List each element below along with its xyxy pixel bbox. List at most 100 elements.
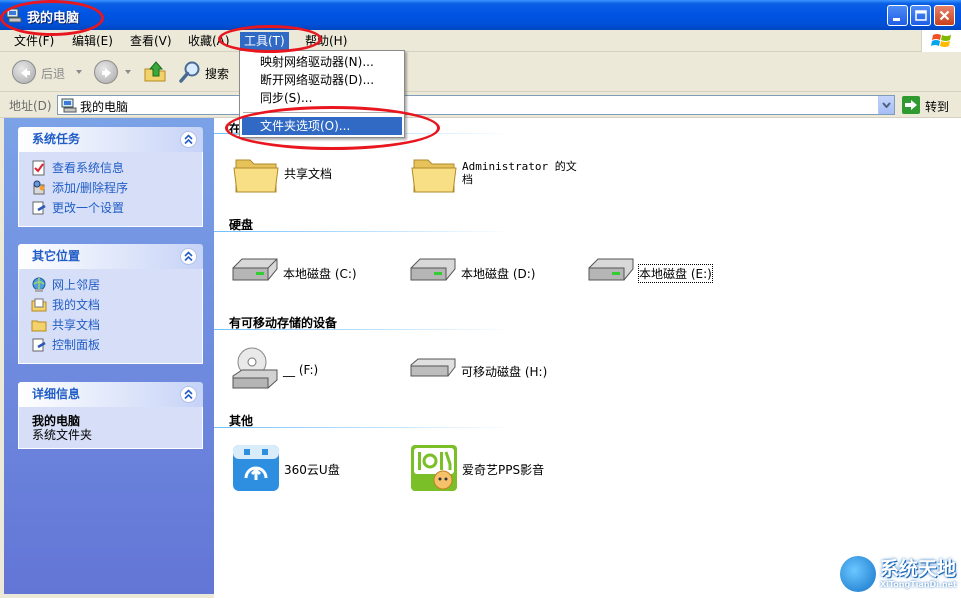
item-shared-documents[interactable]: 共享文档 <box>232 152 382 202</box>
system-tasks-panel: 系统任务 查看系统信息 添加/删除程序 更改一个设置 <box>18 127 203 227</box>
go-label: 转到 <box>925 100 950 114</box>
menu-item-map-network-drive[interactable]: 映射网络驱动器(N)... <box>242 53 402 71</box>
back-label: 后退 <box>41 67 66 81</box>
maximize-button[interactable] <box>910 5 931 26</box>
item-disk-d[interactable]: 本地磁盘 (D:) <box>408 256 568 306</box>
system-info-icon <box>32 160 45 176</box>
item-iqiyi[interactable]: 爱奇艺PPS影音 <box>410 444 590 494</box>
menu-bar: 文件(F) 编辑(E) 查看(V) 收藏(A) 工具(T) 帮助(H) <box>0 30 961 52</box>
item-label: 共享文档 <box>284 167 333 181</box>
task-link-label: 查看系统信息 <box>52 161 125 175</box>
double-chevron-up-icon <box>184 251 193 262</box>
control-panel-icon <box>32 338 46 352</box>
folder-icon <box>233 159 279 193</box>
task-add-remove-programs[interactable]: 添加/删除程序 <box>31 178 202 198</box>
item-360-cloud[interactable]: 360云U盘 <box>232 444 392 494</box>
menu-tools[interactable]: 工具(T) <box>240 32 289 50</box>
maximize-icon <box>915 10 927 21</box>
double-chevron-up-icon <box>184 134 193 145</box>
group-divider <box>214 427 514 428</box>
details-title: 详细信息 <box>32 387 81 401</box>
window-title: 我的电脑 <box>27 11 80 26</box>
go-button[interactable]: 转到 <box>902 96 958 114</box>
search-icon[interactable] <box>178 60 202 84</box>
double-chevron-up-icon <box>184 389 193 400</box>
item-label: 本地磁盘 (D:) <box>461 267 536 281</box>
search-label[interactable]: 搜索 <box>205 65 229 82</box>
watermark-url: XiTongTianDi.net <box>880 580 957 589</box>
hard-disk-icon <box>410 258 456 281</box>
watermark-text: 系统天地 <box>880 558 957 580</box>
address-value: 我的电脑 <box>80 100 129 114</box>
other-places-collapse-button[interactable] <box>180 248 197 265</box>
menu-file[interactable]: 文件(F) <box>10 33 58 49</box>
task-pane: 系统任务 查看系统信息 添加/删除程序 更改一个设置 其它位置 网上邻居 我的文… <box>4 118 214 594</box>
other-places-panel: 其它位置 网上邻居 我的文档 共享文档 控制面板 <box>18 244 203 364</box>
forward-button[interactable] <box>94 60 118 84</box>
place-network[interactable]: 网上邻居 <box>31 275 202 295</box>
address-input[interactable]: 我的电脑 <box>57 95 895 115</box>
item-label: 爱奇艺PPS影音 <box>462 463 545 477</box>
item-admin-documents[interactable]: Administrator 的文档 <box>410 152 590 202</box>
task-link-label: 更改一个设置 <box>52 201 125 215</box>
hard-disk-icon <box>232 258 278 281</box>
forward-dropdown-icon[interactable] <box>125 70 131 74</box>
my-computer-icon <box>61 98 77 113</box>
item-label: 本地磁盘 (C:) <box>283 267 357 281</box>
details-body: 我的电脑 系统文件夹 <box>18 407 203 449</box>
item-disk-c[interactable]: 本地磁盘 (C:) <box>230 256 390 306</box>
go-arrow-icon <box>902 96 920 114</box>
toolbar: 后退 搜索 <box>0 52 961 92</box>
minimize-icon <box>893 18 900 21</box>
back-dropdown-icon[interactable] <box>76 70 82 74</box>
system-tasks-header[interactable]: 系统任务 <box>18 127 203 152</box>
menu-item-folder-options[interactable]: 文件夹选项(O)... <box>242 117 402 135</box>
task-change-setting[interactable]: 更改一个设置 <box>31 198 202 218</box>
iqiyi-app-icon <box>411 445 457 491</box>
menu-view[interactable]: 查看(V) <box>126 33 176 49</box>
back-arrow-icon <box>21 68 30 78</box>
system-tasks-collapse-button[interactable] <box>180 131 197 148</box>
task-link-label: 共享文档 <box>52 318 101 332</box>
address-label: 地址(D) <box>9 99 52 113</box>
menu-edit[interactable]: 编辑(E) <box>68 33 117 49</box>
minimize-button[interactable] <box>887 5 908 26</box>
other-places-header[interactable]: 其它位置 <box>18 244 203 269</box>
cd-drive-icon <box>232 347 278 389</box>
back-button[interactable] <box>12 60 36 84</box>
site-watermark: 系统天地 XiTongTianDi.net <box>838 552 959 596</box>
address-dropdown-button[interactable] <box>878 96 894 114</box>
menu-item-synchronize[interactable]: 同步(S)... <box>242 89 402 107</box>
close-button[interactable] <box>934 5 955 26</box>
shared-folder-icon <box>31 320 47 332</box>
network-places-icon <box>32 277 46 292</box>
menu-favorites[interactable]: 收藏(A) <box>184 33 234 49</box>
menu-item-disconnect-network-drive[interactable]: 断开网络驱动器(D)... <box>242 71 402 89</box>
item-label: __ (F:) <box>283 363 319 377</box>
task-link-label: 网上邻居 <box>52 278 101 292</box>
item-drive-f[interactable]: __ (F:) <box>230 346 390 394</box>
add-remove-programs-icon <box>33 180 45 195</box>
item-disk-e[interactable]: 本地磁盘 (E:) <box>586 256 746 306</box>
close-icon <box>939 10 950 21</box>
title-bar: 我的电脑 <box>0 0 961 30</box>
details-header[interactable]: 详细信息 <box>18 382 203 407</box>
group-divider <box>214 231 514 232</box>
place-control-panel[interactable]: 控制面板 <box>31 335 202 355</box>
forward-arrow-icon <box>102 68 111 78</box>
windows-flag-icon <box>931 34 951 47</box>
item-label: 本地磁盘 (E:) <box>638 264 713 283</box>
my-computer-icon <box>6 8 22 23</box>
item-removable-h[interactable]: 可移动磁盘 (H:) <box>408 356 588 406</box>
place-shared-documents[interactable]: 共享文档 <box>31 315 202 335</box>
details-collapse-button[interactable] <box>180 386 197 403</box>
cloud-usb-icon <box>233 445 279 491</box>
up-folder-icon[interactable] <box>143 60 167 84</box>
menu-help[interactable]: 帮助(H) <box>301 33 351 49</box>
task-view-system-info[interactable]: 查看系统信息 <box>31 158 202 178</box>
chevron-down-icon <box>882 102 891 108</box>
place-my-documents[interactable]: 我的文档 <box>31 295 202 315</box>
item-label: 可移动磁盘 (H:) <box>461 365 548 379</box>
system-tasks-title: 系统任务 <box>32 132 81 146</box>
watermark-logo-icon <box>840 556 876 592</box>
